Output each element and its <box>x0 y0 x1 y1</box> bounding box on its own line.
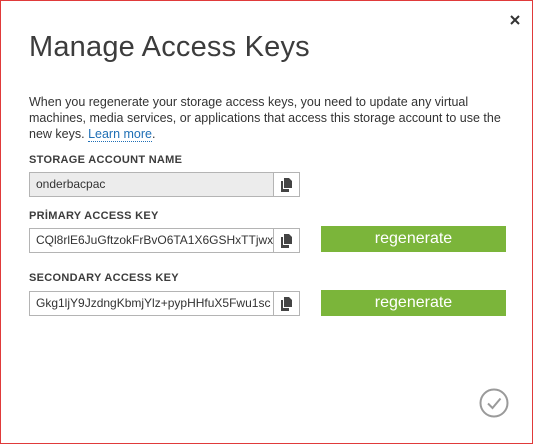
secondary-access-key-value[interactable]: Gkg1ljY9JzdngKbmjYlz+pypHHfuX5Fwu1sc <box>30 292 273 315</box>
primary-access-key-value[interactable]: CQl8rlE6JuGftzokFrBvO6TA1X6GSHxTTjwxk <box>30 229 273 252</box>
checkmark-circle-icon <box>479 388 509 418</box>
close-icon <box>510 15 520 25</box>
storage-account-name-value[interactable]: onderbacpac <box>30 173 273 196</box>
secondary-access-key-label: SECONDARY ACCESS KEY <box>29 272 179 284</box>
learn-more-link[interactable]: Learn more <box>88 127 152 142</box>
copy-icon <box>280 233 292 248</box>
regenerate-secondary-key-button[interactable]: regenerate <box>321 290 506 316</box>
manage-access-keys-dialog: Manage Access Keys When you regenerate y… <box>0 0 533 444</box>
dialog-description: When you regenerate your storage access … <box>29 94 504 142</box>
regenerate-primary-key-button[interactable]: regenerate <box>321 226 506 252</box>
confirm-button[interactable] <box>479 388 509 418</box>
primary-access-key-field: CQl8rlE6JuGftzokFrBvO6TA1X6GSHxTTjwxk <box>29 228 300 253</box>
close-button[interactable] <box>505 10 525 30</box>
storage-account-name-field: onderbacpac <box>29 172 300 197</box>
storage-account-name-label: STORAGE ACCOUNT NAME <box>29 154 183 166</box>
description-period: . <box>152 127 156 141</box>
copy-primary-key-button[interactable] <box>273 229 299 252</box>
copy-storage-account-name-button[interactable] <box>273 173 299 196</box>
copy-icon <box>280 177 292 192</box>
dialog-title: Manage Access Keys <box>29 31 310 63</box>
primary-access-key-label: PRİMARY ACCESS KEY <box>29 210 159 222</box>
copy-secondary-key-button[interactable] <box>273 292 299 315</box>
secondary-access-key-field: Gkg1ljY9JzdngKbmjYlz+pypHHfuX5Fwu1sc <box>29 291 300 316</box>
copy-icon <box>280 296 292 311</box>
